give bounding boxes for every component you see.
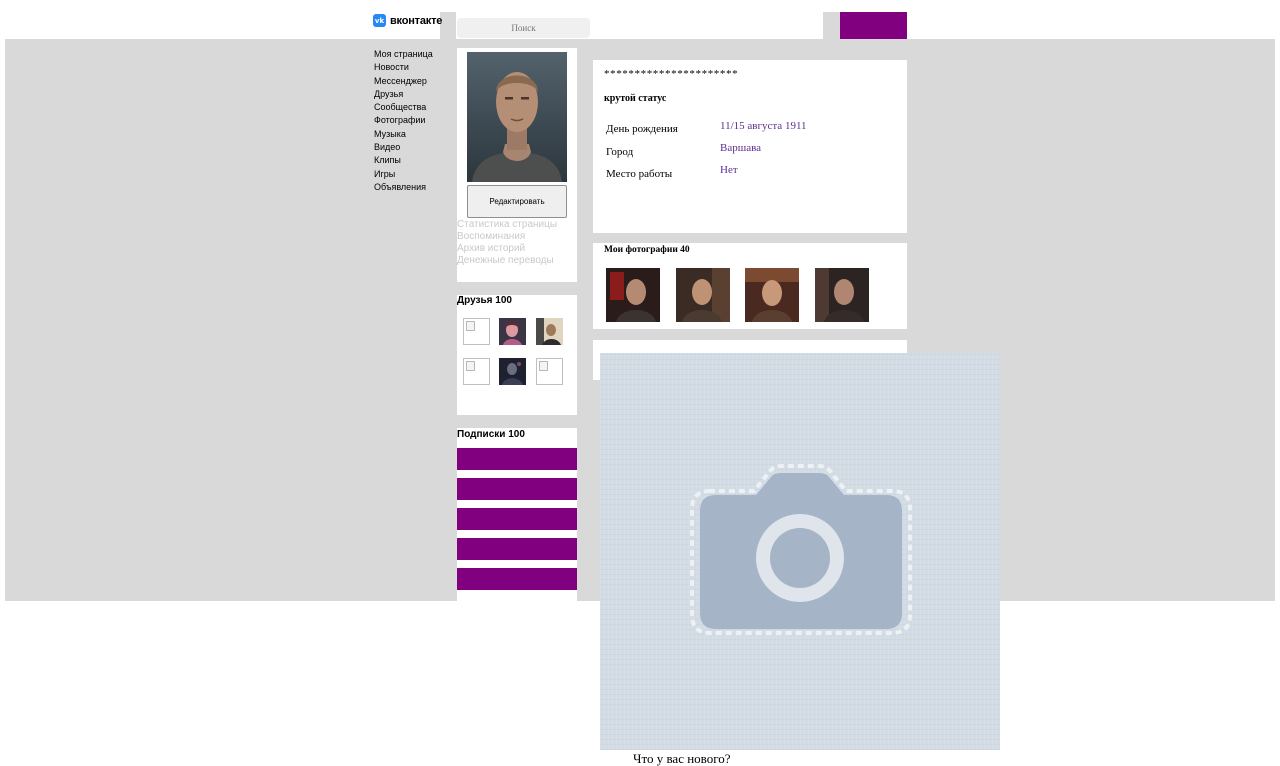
profile-info-panel: ********************** крутой статус Ден…: [593, 60, 907, 233]
photo-thumbnail[interactable]: [676, 268, 730, 322]
profile-links: Статистика страницы Воспоминания Архив и…: [457, 219, 557, 267]
link-money-transfers[interactable]: Денежные переводы: [457, 255, 557, 267]
photo-thumbnail[interactable]: [606, 268, 660, 322]
city-value[interactable]: Варшава: [720, 142, 761, 154]
friend-avatar[interactable]: [463, 318, 490, 345]
header-divider-left: [440, 12, 456, 39]
friend-avatar[interactable]: [536, 358, 563, 385]
profile-status[interactable]: крутой статус: [604, 93, 666, 104]
subscription-item[interactable]: [457, 568, 577, 590]
friend-avatar[interactable]: [536, 318, 563, 345]
birthday-label: День рождения: [606, 123, 678, 135]
menu-item-photos[interactable]: Фотографии: [374, 114, 433, 127]
new-post-prompt[interactable]: Что у вас нового?: [633, 751, 731, 766]
menu-item-messenger[interactable]: Мессенджер: [374, 75, 433, 88]
menu-item-video[interactable]: Видео: [374, 141, 433, 154]
subscription-item[interactable]: [457, 448, 577, 470]
birthday-value[interactable]: 11/15 августа 1911: [720, 120, 807, 132]
photo-thumbnail[interactable]: [815, 268, 869, 322]
subscription-item[interactable]: [457, 478, 577, 500]
vk-logo-icon: vk: [373, 14, 386, 27]
friend-avatar[interactable]: [463, 358, 490, 385]
menu-item-music[interactable]: Музыка: [374, 128, 433, 141]
photos-panel: Мои фотографии 40: [593, 243, 907, 329]
photos-title[interactable]: Мои фотографии 40: [604, 245, 690, 255]
friend-avatar[interactable]: [499, 318, 526, 345]
header-profile-button[interactable]: [840, 12, 907, 39]
workplace-value[interactable]: Нет: [720, 164, 738, 176]
subscription-item[interactable]: [457, 538, 577, 560]
left-menu: Моя страница Новости Мессенджер Друзья С…: [374, 48, 433, 194]
friends-title[interactable]: Друзья 100: [457, 295, 512, 306]
workplace-label: Место работы: [606, 168, 673, 180]
menu-item-friends[interactable]: Друзья: [374, 88, 433, 101]
link-memories[interactable]: Воспоминания: [457, 231, 557, 243]
logo-text: вконтакте: [390, 14, 443, 27]
photo-thumbnail[interactable]: [745, 268, 799, 322]
header-divider-right: [823, 12, 840, 39]
subscriptions-title[interactable]: Подписки 100: [457, 429, 525, 440]
avatar[interactable]: [467, 52, 567, 182]
subscriptions-panel: Подписки 100: [457, 428, 577, 601]
friends-panel: Друзья 100: [457, 295, 577, 415]
subscription-item[interactable]: [457, 508, 577, 530]
link-stories-archive[interactable]: Архив историй: [457, 243, 557, 255]
profile-panel: Редактировать Статистика страницы Воспом…: [457, 48, 577, 282]
menu-item-ads[interactable]: Объявления: [374, 181, 433, 194]
logo[interactable]: vk вконтакте: [373, 14, 442, 27]
city-label: Город: [606, 146, 634, 158]
photo-placeholder[interactable]: [600, 353, 1000, 750]
link-page-stats[interactable]: Статистика страницы: [457, 219, 557, 231]
menu-item-clips[interactable]: Клипы: [374, 154, 433, 167]
menu-item-my-page[interactable]: Моя страница: [374, 48, 433, 61]
profile-name: **********************: [604, 68, 739, 80]
menu-item-games[interactable]: Игры: [374, 168, 433, 181]
menu-item-news[interactable]: Новости: [374, 61, 433, 74]
menu-item-communities[interactable]: Сообщества: [374, 101, 433, 114]
search-input[interactable]: [457, 18, 590, 38]
friend-avatar[interactable]: [499, 358, 526, 385]
edit-profile-button[interactable]: Редактировать: [467, 185, 567, 218]
camera-icon: [690, 464, 912, 635]
